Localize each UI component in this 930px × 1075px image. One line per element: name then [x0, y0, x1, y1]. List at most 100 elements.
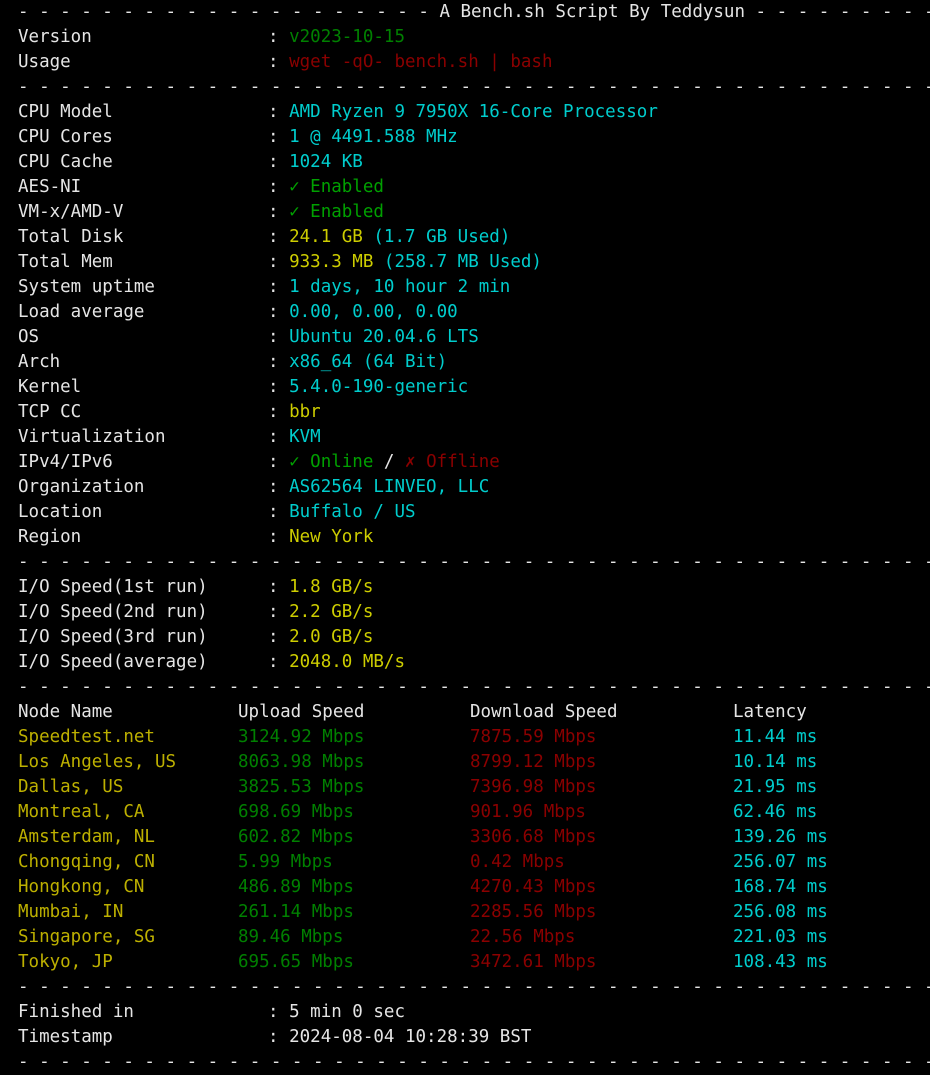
- cell-node-name: Tokyo, JP: [18, 952, 113, 972]
- separator-line-3: - - - - - - - - - - - - - - - - - - - - …: [18, 677, 930, 697]
- row-colon: :: [268, 327, 279, 347]
- cell-node-name: Amsterdam, NL: [18, 827, 155, 847]
- info-row-organization: Organization: AS62564 LINVEO, LLC: [0, 475, 930, 500]
- row-colon: :: [268, 52, 279, 72]
- row-label: CPU Cache: [18, 152, 113, 172]
- info-row-load-average: Load average: 0.00, 0.00, 0.00: [0, 300, 930, 325]
- row-label: Arch: [18, 352, 61, 372]
- row-value: Ubuntu 20.04.6 LTS: [289, 327, 479, 347]
- row-label: CPU Cores: [18, 127, 113, 147]
- cell-download-speed: 3472.61 Mbps: [470, 952, 597, 972]
- row-value: AS62564 LINVEO, LLC: [289, 477, 490, 497]
- cell-node-name: Singapore, SG: [18, 927, 155, 947]
- info-row-arch: Arch: x86_64 (64 Bit): [0, 350, 930, 375]
- info-row-cpu-model: CPU Model: AMD Ryzen 9 7950X 16-Core Pro…: [0, 100, 930, 125]
- table-row: Los Angeles, US 8063.98 Mbps 8799.12 Mbps 1…: [0, 750, 930, 775]
- row-colon: :: [268, 402, 279, 422]
- row-label: CPU Model: [18, 102, 113, 122]
- row-label: Version: [18, 27, 92, 47]
- row-value: 24.1 GB: [289, 227, 363, 247]
- row-colon: :: [268, 27, 279, 47]
- row-value: 933.3 MB: [289, 252, 374, 272]
- cell-download-speed: 3306.68 Mbps: [470, 827, 597, 847]
- row-label: System uptime: [18, 277, 155, 297]
- info-row-kernel: Kernel: 5.4.0-190-generic: [0, 375, 930, 400]
- cell-upload-speed: 5.99 Mbps: [238, 852, 333, 872]
- table-row: Tokyo, JP 695.65 Mbps 3472.61 Mbps 108.43 m…: [0, 950, 930, 975]
- separator-line-4: - - - - - - - - - - - - - - - - - - - - …: [18, 977, 930, 997]
- row-value: 2.2 GB/s: [289, 602, 374, 622]
- cell-latency: 11.44 ms: [733, 727, 818, 747]
- table-row: Amsterdam, NL 602.82 Mbps 3306.68 Mbps 139.…: [0, 825, 930, 850]
- terminal-window: - - - - - - - - - - - - - - - - - - - - …: [0, 0, 930, 1072]
- row-value: 1 @ 4491.588 MHz: [289, 127, 458, 147]
- cell-download-speed: 4270.43 Mbps: [470, 877, 597, 897]
- info-row-ipv4-ipv6: IPv4/IPv6: ✓ Online / ✗ Offline: [0, 450, 930, 475]
- cell-latency: 10.14 ms: [733, 752, 818, 772]
- row-colon: :: [268, 527, 279, 547]
- row-label: Timestamp: [18, 1027, 113, 1047]
- row-colon: :: [268, 1002, 279, 1022]
- row-colon: :: [268, 177, 279, 197]
- row-value: v2023-10-15: [289, 27, 405, 47]
- cell-upload-speed: 695.65 Mbps: [238, 952, 354, 972]
- cell-upload-speed: 8063.98 Mbps: [238, 752, 365, 772]
- row-value: KVM: [289, 427, 321, 447]
- row-colon: :: [268, 227, 279, 247]
- row-value: Buffalo / US: [289, 502, 416, 522]
- row-label: VM-x/AMD-V: [18, 202, 124, 222]
- row-label: Location: [18, 502, 103, 522]
- column-header-upload-speed: Upload Speed: [238, 702, 365, 722]
- cell-download-speed: 7396.98 Mbps: [470, 777, 597, 797]
- title-left-dashes: - - - - - - - - - - - - - - - - - - - -: [18, 2, 429, 22]
- row-value: New York: [289, 527, 374, 547]
- info-row-usage: Usage: wget -qO- bench.sh | bash: [0, 50, 930, 75]
- row-colon: :: [268, 102, 279, 122]
- script-title: A Bench.sh Script By Teddysun: [439, 2, 745, 22]
- cell-node-name: Montreal, CA: [18, 802, 145, 822]
- table-row: Speedtest.net 3124.92 Mbps 7875.59 Mbps 11.…: [0, 725, 930, 750]
- cell-node-name: Chongqing, CN: [18, 852, 155, 872]
- cell-latency: 62.46 ms: [733, 802, 818, 822]
- info-row-total-mem: Total Mem: 933.3 MB (258.7 MB Used): [0, 250, 930, 275]
- cell-node-name: Dallas, US: [18, 777, 124, 797]
- footer-row-finished-in: Finished in: 5 min 0 sec: [0, 1000, 930, 1025]
- separator-line-1: - - - - - - - - - - - - - - - - - - - - …: [18, 77, 930, 97]
- cell-upload-speed: 486.89 Mbps: [238, 877, 354, 897]
- column-header-node-name: Node Name: [18, 702, 113, 722]
- table-row: Hongkong, CN 486.89 Mbps 4270.43 Mbps 168.7…: [0, 875, 930, 900]
- cell-upload-speed: 698.69 Mbps: [238, 802, 354, 822]
- row-value: 2048.0 MB/s: [289, 652, 405, 672]
- info-row-cpu-cache: CPU Cache: 1024 KB: [0, 150, 930, 175]
- cell-latency: 221.03 ms: [733, 927, 828, 947]
- row-value: x86_64 (64 Bit): [289, 352, 448, 372]
- row-colon: :: [268, 202, 279, 222]
- row-label: I/O Speed(average): [18, 652, 208, 672]
- ipv6-status-offline: ✗ Offline: [405, 452, 500, 472]
- row-value-extra: (258.7 MB Used): [373, 252, 542, 272]
- cell-download-speed: 2285.56 Mbps: [470, 902, 597, 922]
- ip-status-divider: /: [373, 452, 405, 472]
- cell-upload-speed: 3825.53 Mbps: [238, 777, 365, 797]
- table-row: Mumbai, IN 261.14 Mbps 2285.56 Mbps 256.08 …: [0, 900, 930, 925]
- row-value-check-enabled: ✓ Enabled: [289, 177, 384, 197]
- cell-node-name: Los Angeles, US: [18, 752, 177, 772]
- row-label: Organization: [18, 477, 145, 497]
- column-header-latency: Latency: [733, 702, 807, 722]
- info-row-os: OS: Ubuntu 20.04.6 LTS: [0, 325, 930, 350]
- row-label: OS: [18, 327, 40, 347]
- info-row-cpu-cores: CPU Cores: 1 @ 4491.588 MHz: [0, 125, 930, 150]
- cell-latency: 21.95 ms: [733, 777, 818, 797]
- row-value-extra: (1.7 GB Used): [362, 227, 511, 247]
- title-separator-line: - - - - - - - - - - - - - - - - - - - - …: [0, 0, 930, 25]
- row-value: bbr: [289, 402, 321, 422]
- separator-line-5: - - - - - - - - - - - - - - - - - - - - …: [18, 1052, 930, 1072]
- row-value: 2.0 GB/s: [289, 627, 374, 647]
- row-colon: :: [268, 1027, 279, 1047]
- row-colon: :: [268, 277, 279, 297]
- row-value-check-enabled: ✓ Enabled: [289, 202, 384, 222]
- row-label: Kernel: [18, 377, 82, 397]
- row-value: 0.00, 0.00, 0.00: [289, 302, 458, 322]
- title-right-dashes: - - - - - - - - - - - - - - - - -: [755, 2, 930, 22]
- footer-row-timestamp: Timestamp: 2024-08-04 10:28:39 BST: [0, 1025, 930, 1050]
